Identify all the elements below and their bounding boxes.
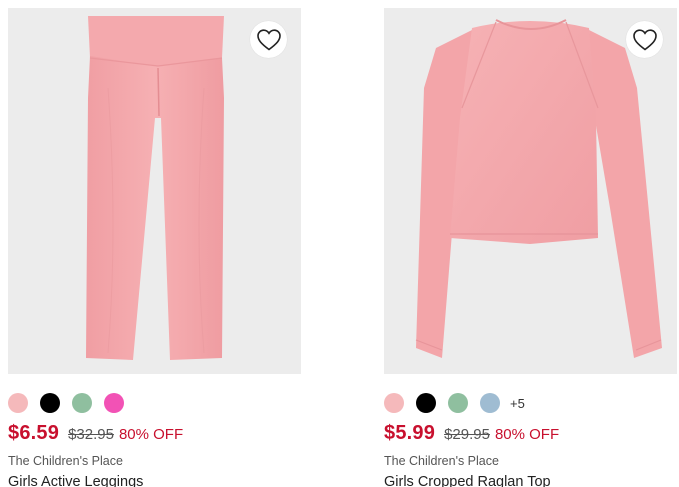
color-swatch[interactable] bbox=[480, 393, 500, 413]
product-image[interactable] bbox=[8, 8, 301, 374]
brand-name: The Children's Place bbox=[8, 454, 123, 468]
heart-outline-icon bbox=[632, 28, 657, 51]
color-swatch[interactable] bbox=[72, 393, 92, 413]
heart-outline-icon bbox=[256, 28, 281, 51]
color-swatch[interactable] bbox=[8, 393, 28, 413]
product-title[interactable]: Girls Active Leggings bbox=[8, 474, 301, 487]
product-card[interactable]: $6.59 $32.95 80% OFF The Children's Plac… bbox=[8, 8, 301, 487]
brand-name: The Children's Place bbox=[384, 454, 499, 468]
discount-label: 80% OFF bbox=[118, 426, 184, 443]
color-swatch[interactable] bbox=[40, 393, 60, 413]
product-grid: $6.59 $32.95 80% OFF The Children's Plac… bbox=[0, 0, 679, 487]
sale-price: $6.59 bbox=[8, 422, 60, 444]
wishlist-button[interactable] bbox=[626, 21, 663, 58]
color-swatch[interactable] bbox=[416, 393, 436, 413]
wishlist-button[interactable] bbox=[250, 21, 287, 58]
original-price: $32.95 bbox=[68, 426, 114, 443]
color-swatch[interactable] bbox=[448, 393, 468, 413]
color-swatches: +5 bbox=[384, 392, 677, 414]
original-price: $29.95 bbox=[444, 426, 490, 443]
product-image[interactable] bbox=[384, 8, 677, 374]
discount-label: 80% OFF bbox=[494, 426, 560, 443]
color-swatches bbox=[8, 392, 301, 414]
leggings-image bbox=[86, 16, 224, 360]
price-row: $5.99 $29.95 80% OFF bbox=[384, 422, 677, 445]
price-row: $6.59 $32.95 80% OFF bbox=[8, 422, 301, 445]
product-title[interactable]: Girls Cropped Raglan Top bbox=[384, 474, 677, 487]
top-image bbox=[415, 19, 662, 358]
color-swatch[interactable] bbox=[104, 393, 124, 413]
color-swatch[interactable] bbox=[384, 393, 404, 413]
more-colors-link[interactable]: +5 bbox=[510, 396, 525, 411]
product-card[interactable]: +5 $5.99 $29.95 80% OFF The Children's P… bbox=[384, 8, 677, 487]
sale-price: $5.99 bbox=[384, 422, 436, 444]
